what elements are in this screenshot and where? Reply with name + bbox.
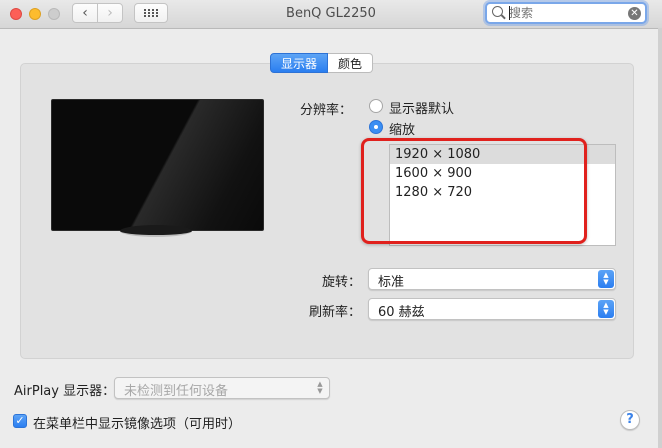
help-button[interactable]: ?: [620, 410, 640, 430]
minimize-window-button[interactable]: [29, 8, 41, 20]
search-field[interactable]: ✕: [485, 2, 647, 24]
monitor-stand: [120, 225, 192, 237]
forward-button[interactable]: ›: [97, 3, 123, 23]
zoom-window-button[interactable]: [48, 8, 60, 20]
chevron-right-icon: ›: [107, 5, 113, 21]
refresh-rate-value: 60 赫兹: [378, 305, 425, 320]
search-icon: [492, 6, 503, 17]
rotation-popup[interactable]: 标准 ▲ ▼: [368, 268, 616, 290]
monitor-image: [51, 99, 264, 231]
tab-bar: 显示器 颜色: [270, 53, 374, 73]
chevron-left-icon: ‹: [82, 5, 88, 21]
window-edge: [658, 28, 662, 448]
resolution-label: 分辨率：: [300, 103, 353, 118]
tab-display[interactable]: 显示器: [270, 53, 329, 73]
updown-arrows-icon: ▲ ▼: [598, 270, 614, 288]
mirroring-checkbox[interactable]: ✓: [13, 414, 27, 428]
airplay-popup[interactable]: 未检测到任何设备 ▲ ▼: [114, 377, 330, 399]
radio-default-label: 显示器默认: [389, 102, 455, 117]
grid-icon: [144, 9, 158, 17]
rotation-value: 标准: [378, 275, 405, 290]
airplay-value: 未检测到任何设备: [124, 384, 229, 399]
highlight-box: [361, 138, 587, 244]
close-window-button[interactable]: [10, 8, 22, 20]
show-all-button[interactable]: [134, 3, 168, 23]
clear-search-icon[interactable]: ✕: [628, 7, 641, 20]
text-caret: [509, 6, 510, 20]
radio-scaled[interactable]: [369, 120, 383, 134]
mirroring-label: 在菜单栏中显示镜像选项（可用时）: [33, 417, 242, 432]
search-input[interactable]: [509, 5, 619, 21]
rotation-label: 旋转：: [322, 275, 362, 290]
airplay-label: AirPlay 显示器：: [14, 384, 116, 399]
radio-default-for-display[interactable]: [369, 99, 383, 113]
refresh-rate-label: 刷新率：: [309, 305, 362, 320]
updown-arrows-icon: ▲ ▼: [598, 300, 614, 318]
tab-color[interactable]: 颜色: [328, 53, 374, 73]
refresh-rate-popup[interactable]: 60 赫兹 ▲ ▼: [368, 298, 616, 320]
radio-scaled-label: 缩放: [389, 123, 416, 138]
updown-arrows-icon: ▲ ▼: [317, 380, 323, 395]
back-button[interactable]: ‹: [72, 3, 98, 23]
